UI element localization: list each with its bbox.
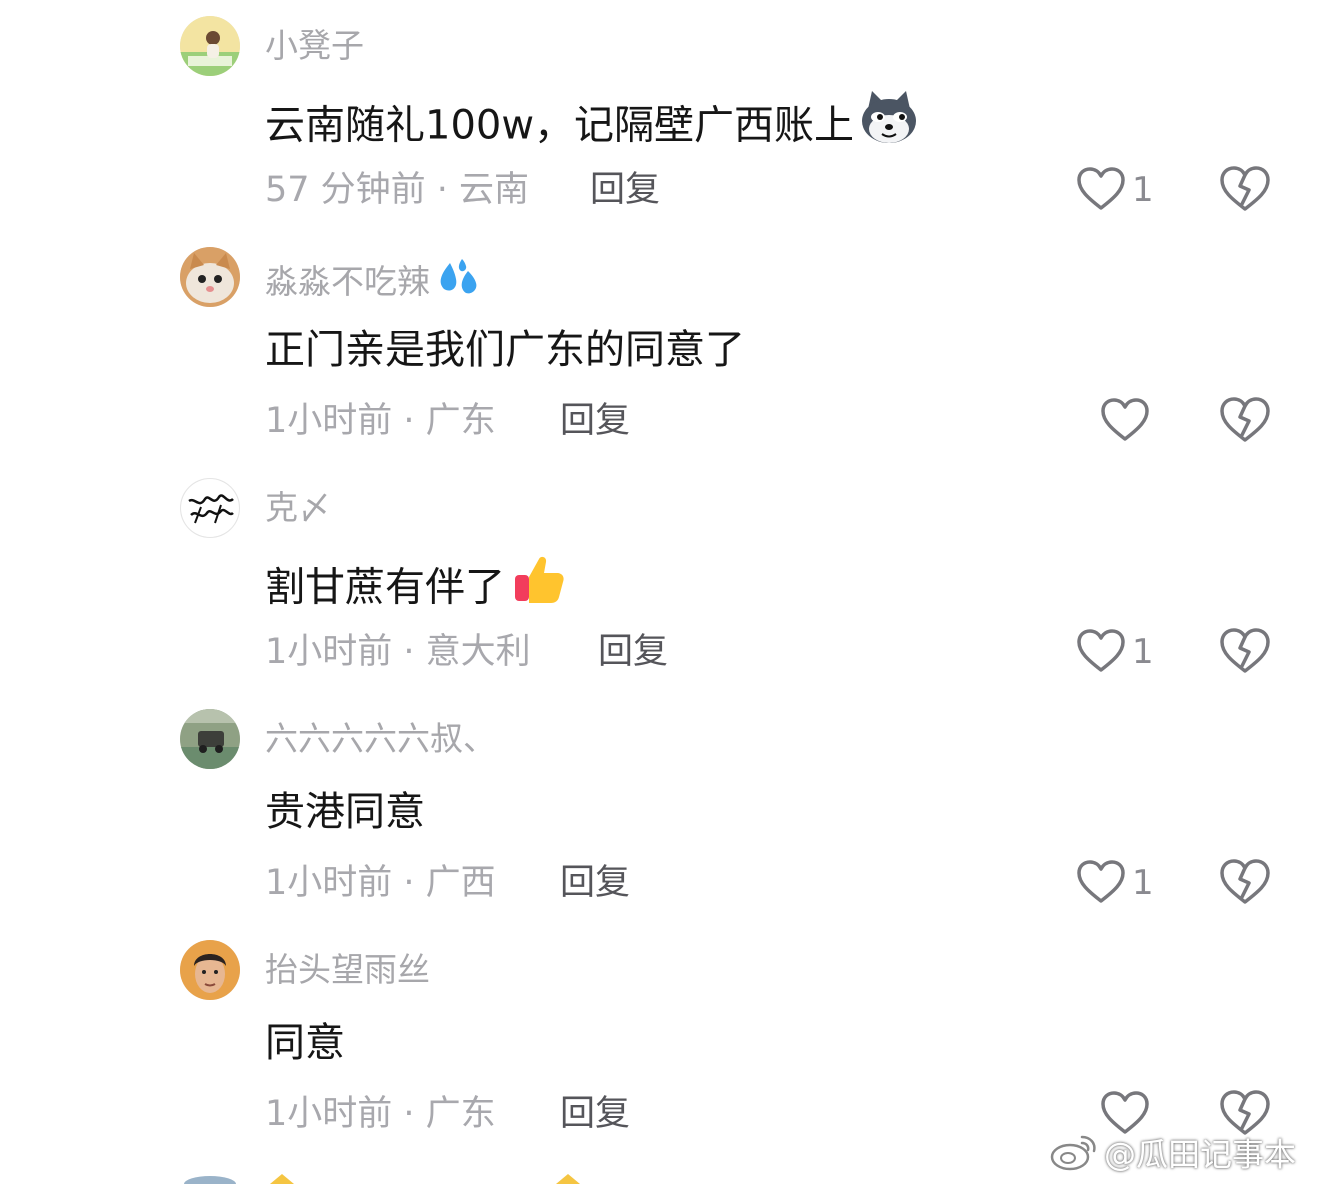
heart-outline-icon: [1077, 629, 1125, 672]
comment-text-body: 正门亲是我们广东的同意了: [265, 327, 745, 373]
comment-item: 抬头望雨丝 同意 1小时前 · 广东 回复: [0, 924, 1320, 1155]
avatar[interactable]: [180, 16, 240, 76]
reply-button[interactable]: 回复: [560, 861, 630, 905]
username[interactable]: 六六六六六叔、: [265, 719, 496, 759]
avatar[interactable]: [180, 247, 240, 307]
avatar-image: [181, 479, 239, 537]
like-count: 1: [1132, 632, 1154, 672]
like-button[interactable]: 1: [1074, 857, 1174, 909]
broken-heart-icon: [1220, 166, 1270, 211]
like-button[interactable]: 1: [1074, 626, 1174, 678]
time-location: 1小时前 · 广西: [265, 863, 496, 903]
dislike-button[interactable]: [1218, 395, 1274, 447]
watermark: @瓜田记事本: [1048, 1131, 1296, 1175]
avatar[interactable]: [180, 940, 240, 1000]
like-button[interactable]: [1098, 395, 1198, 447]
avatar-image: [180, 247, 240, 307]
weibo-logo-icon: [1048, 1131, 1100, 1182]
reply-button[interactable]: 回复: [560, 1092, 630, 1136]
like-count: 1: [1132, 863, 1154, 903]
avatar[interactable]: [180, 709, 240, 769]
avatar-image: [180, 940, 240, 1000]
sweat-drops-emoji-icon: [434, 257, 480, 310]
comment-text: 同意: [265, 1017, 345, 1069]
watermark-text: @瓜田记事本: [1104, 1135, 1297, 1174]
avatar-image: [180, 709, 240, 769]
comment-text-body: 贵港同意: [265, 789, 425, 835]
like-count: 1: [1132, 170, 1154, 210]
comment-text: 贵港同意: [265, 786, 425, 838]
username[interactable]: 淼淼不吃辣: [265, 257, 480, 301]
reply-button[interactable]: 回复: [598, 630, 668, 674]
username[interactable]: 抬头望雨丝: [265, 950, 430, 990]
broken-heart-icon: [1220, 397, 1270, 442]
comment-text: 正门亲是我们广东的同意了: [265, 324, 745, 376]
dislike-button[interactable]: [1218, 857, 1274, 909]
time-location: 1小时前 · 意大利: [265, 632, 531, 672]
dislike-button[interactable]: [1218, 164, 1274, 216]
dislike-button[interactable]: [1218, 626, 1274, 678]
comment-text-body: 同意: [265, 1020, 345, 1066]
username-text: 淼淼不吃辣: [265, 262, 430, 301]
broken-heart-icon: [1220, 859, 1270, 904]
comment-item: 六六六六六叔、 贵港同意 1小时前 · 广西 回复 1: [0, 693, 1320, 924]
heart-outline-icon: [1077, 860, 1125, 903]
like-button[interactable]: 1: [1074, 164, 1174, 216]
username-text: 六六六六六叔、: [265, 719, 496, 758]
username[interactable]: 克〆: [265, 488, 331, 528]
comment-text-body: 云南随礼100w，记隔壁广西账上: [265, 102, 855, 149]
heart-outline-icon: [1077, 167, 1125, 210]
comment-text: 割甘蔗有伴了: [265, 555, 567, 611]
reply-button[interactable]: 回复: [560, 399, 630, 443]
avatar-image: [180, 16, 240, 76]
broken-heart-icon: [1220, 628, 1270, 673]
username-text: 克〆: [265, 488, 331, 527]
husky-emoji-icon: [860, 89, 918, 158]
time-location: 1小时前 · 广东: [265, 401, 496, 441]
time-location: 1小时前 · 广东: [265, 1094, 496, 1134]
comment-text-body: 割甘蔗有伴了: [265, 564, 505, 611]
heart-outline-icon: [1101, 398, 1149, 441]
username-text: 小凳子: [265, 26, 364, 65]
comment-item: 小凳子 云南随礼100w，记隔壁广西账上 57 分钟前 · 云南 回复 1: [0, 0, 1320, 231]
thumbs-up-emoji-icon: [511, 551, 567, 620]
comment-item: 淼淼不吃辣 正门亲是我们广东的同意了 1小时前 · 广东 回复: [0, 231, 1320, 462]
comment-text: 云南随礼100w，记隔壁广西账上: [265, 91, 918, 149]
heart-outline-icon: [1101, 1091, 1149, 1134]
username-text: 抬头望雨丝: [265, 950, 430, 989]
comment-item: 克〆 割甘蔗有伴了 1小时前 · 意大利 回复 1: [0, 462, 1320, 693]
username[interactable]: 小凳子: [265, 26, 364, 66]
reply-button[interactable]: 回复: [590, 168, 660, 212]
time-location: 57 分钟前 · 云南: [265, 170, 530, 210]
avatar[interactable]: [180, 478, 240, 538]
